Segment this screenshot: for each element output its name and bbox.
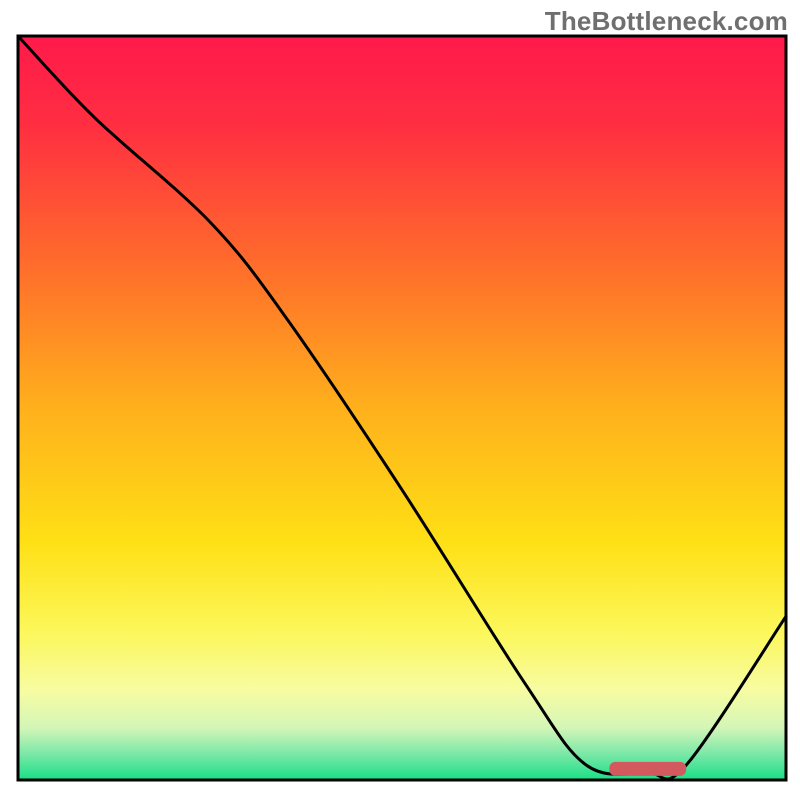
chart-svg (0, 0, 800, 800)
bottleneck-chart: TheBottleneck.com (0, 0, 800, 800)
watermark-text: TheBottleneck.com (545, 6, 788, 37)
optimal-range-marker (609, 762, 686, 776)
plot-area (18, 36, 786, 780)
gradient-background (18, 36, 786, 780)
